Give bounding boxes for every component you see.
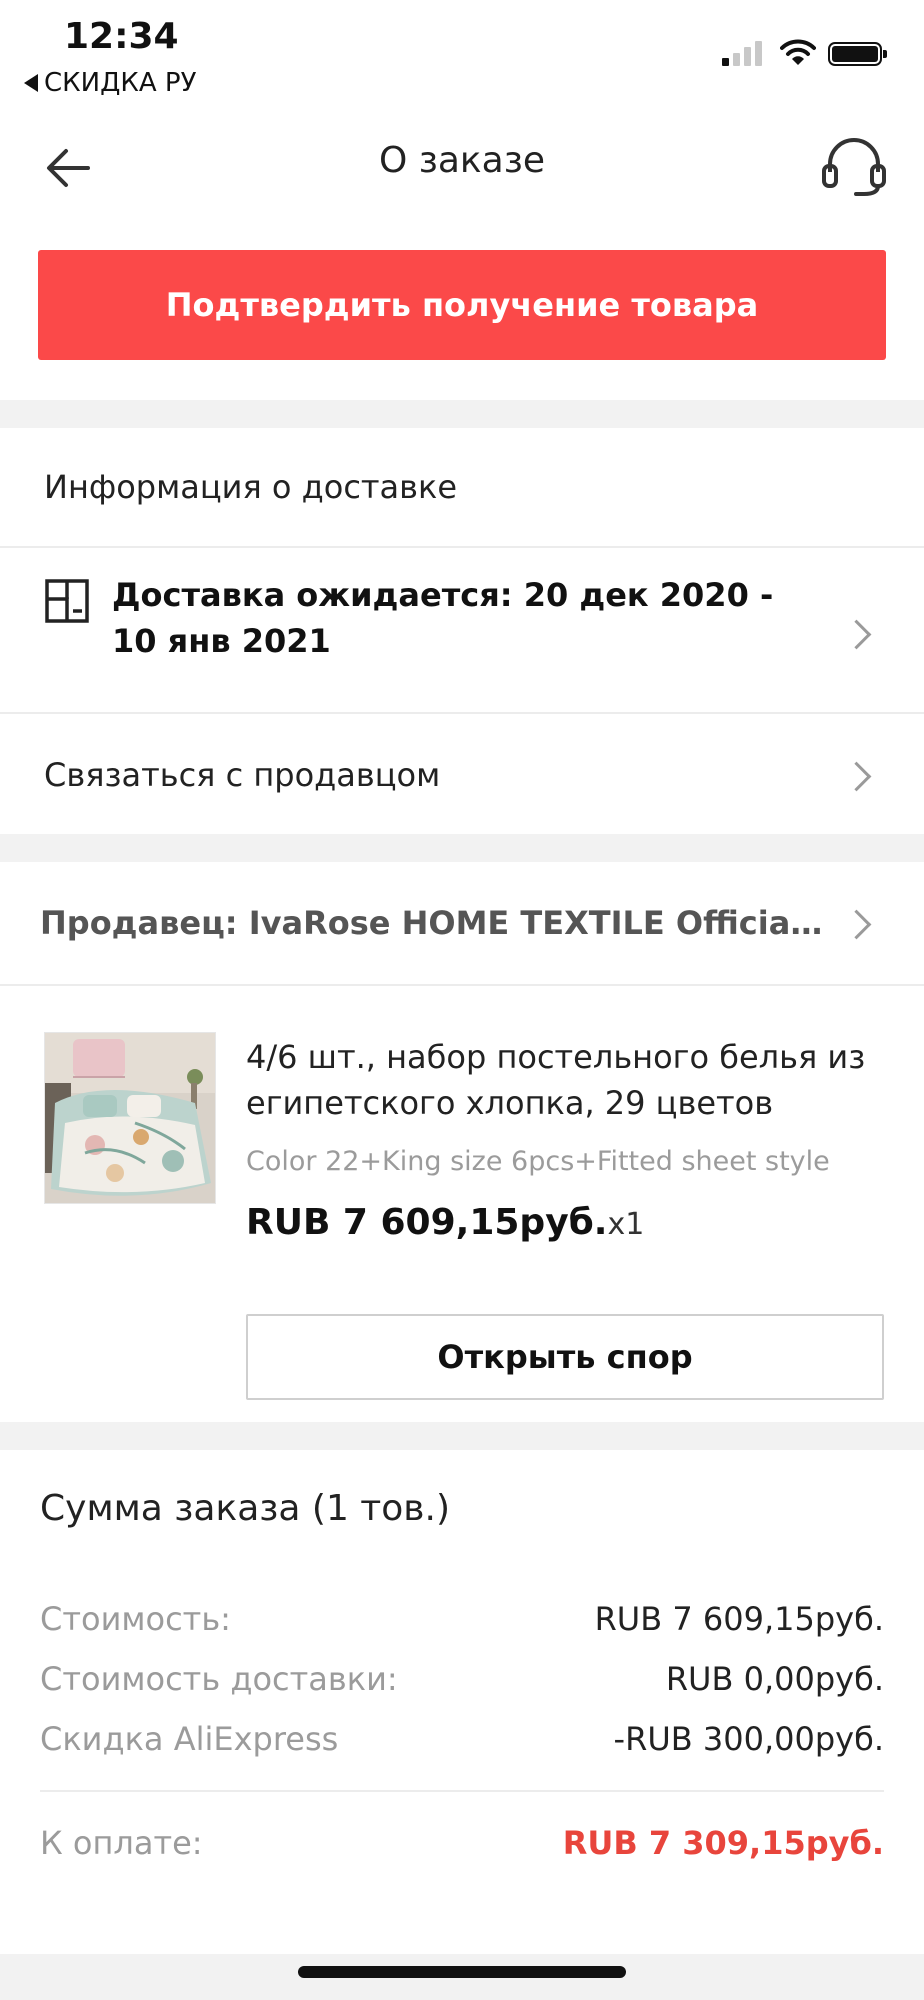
summary-value: RUB 0,00руб. xyxy=(665,1660,884,1698)
status-time: 12:34 xyxy=(64,16,179,57)
divider xyxy=(0,546,924,548)
summary-row-total: К оплате: RUB 7 309,15руб. xyxy=(40,1824,884,1862)
battery-icon xyxy=(828,42,887,66)
package-box-icon xyxy=(45,579,89,623)
contact-seller-label: Связаться с продавцом xyxy=(44,756,441,794)
divider xyxy=(40,1790,884,1792)
summary-label: Стоимость доставки: xyxy=(40,1660,398,1698)
divider xyxy=(0,712,924,714)
product-quantity: x1 xyxy=(607,1207,645,1242)
return-to-app-link[interactable]: СКИДКА РУ xyxy=(24,68,196,98)
chevron-right-icon xyxy=(841,909,872,940)
product-variant: Color 22+King size 6pcs+Fitted sheet sty… xyxy=(246,1146,830,1177)
product-price-value: RUB 7 609,15руб. xyxy=(246,1202,608,1243)
status-bar: 12:34 СКИДКА РУ xyxy=(0,0,924,110)
delivery-estimate-text: Доставка ожидается: 20 дек 2020 - 10 янв… xyxy=(112,576,774,660)
page-title: О заказе xyxy=(378,140,546,181)
product-title[interactable]: 4/6 шт., набор постельного белья из егип… xyxy=(246,1034,886,1126)
summary-value: RUB 7 609,15руб. xyxy=(594,1600,884,1638)
delivery-section-title: Информация о доставке xyxy=(44,468,458,506)
total-value: RUB 7 309,15руб. xyxy=(562,1824,884,1862)
summary-row-shipping: Стоимость доставки: RUB 0,00руб. xyxy=(40,1660,884,1698)
home-indicator[interactable] xyxy=(298,1966,626,1978)
section-separator xyxy=(0,834,924,862)
section-separator xyxy=(0,1422,924,1450)
total-label: К оплате: xyxy=(40,1824,203,1862)
section-separator xyxy=(0,400,924,428)
cellular-signal-icon xyxy=(722,40,762,66)
order-summary-title: Сумма заказа (1 тов.) xyxy=(40,1488,451,1529)
open-dispute-button[interactable]: Открыть спор xyxy=(246,1314,884,1400)
confirm-receipt-button[interactable]: Подтвердить получение товара xyxy=(38,250,886,360)
nav-bar: О заказе xyxy=(0,110,924,220)
customer-support-headset-icon[interactable] xyxy=(820,132,888,200)
summary-value: -RUB 300,00руб. xyxy=(613,1720,884,1758)
seller-name: Продавец: IvaRose HOME TEXTILE Official … xyxy=(40,904,830,942)
return-app-name: СКИДКА РУ xyxy=(44,68,197,98)
summary-row-discount: Скидка AliExpress -RUB 300,00руб. xyxy=(40,1720,884,1758)
summary-label: Стоимость: xyxy=(40,1600,231,1638)
summary-label: Скидка AliExpress xyxy=(40,1720,339,1758)
product-price: RUB 7 609,15руб.x1 xyxy=(246,1202,644,1243)
summary-row-cost: Стоимость: RUB 7 609,15руб. xyxy=(40,1600,884,1638)
product-image[interactable] xyxy=(44,1032,216,1204)
divider xyxy=(0,984,924,986)
wifi-icon xyxy=(780,39,816,65)
back-triangle-icon xyxy=(24,74,38,92)
